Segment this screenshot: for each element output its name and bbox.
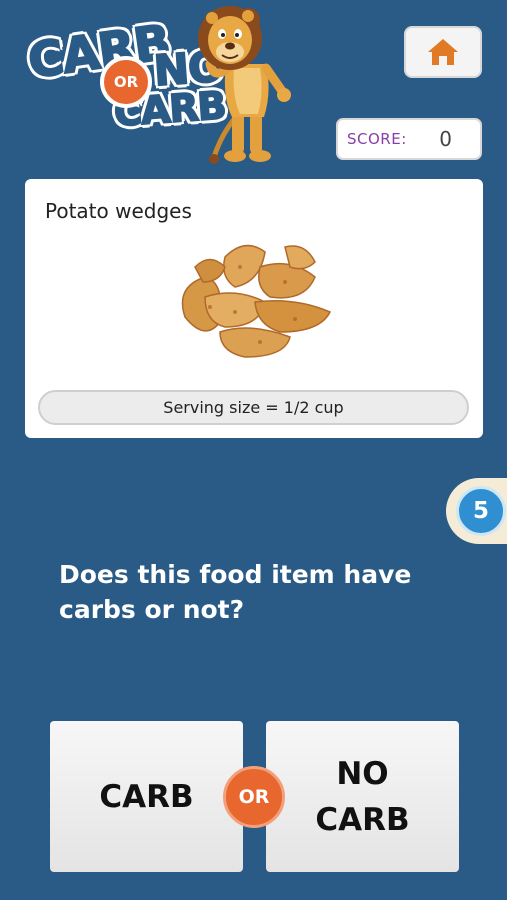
logo-or-badge: OR bbox=[100, 56, 152, 108]
serving-size-pill: Serving size = 1/2 cup bbox=[38, 390, 469, 425]
timer-counter: 5 bbox=[456, 486, 506, 536]
score-value: 0 bbox=[439, 127, 452, 151]
score-label: SCORE: bbox=[347, 130, 407, 148]
carb-button-label: CARB bbox=[99, 778, 194, 815]
or-divider-badge: OR bbox=[223, 766, 285, 828]
no-carb-button[interactable]: NO CARB bbox=[266, 721, 459, 872]
no-carb-button-label: NO CARB bbox=[315, 751, 409, 843]
potato-wedges-image bbox=[181, 244, 332, 358]
no-carb-line-2: CARB bbox=[315, 801, 410, 838]
lion-mascot bbox=[198, 6, 291, 164]
home-icon bbox=[428, 39, 458, 65]
no-carb-line-1: NO bbox=[336, 755, 389, 792]
food-card: Potato wedges Serving size = 1/2 cup bbox=[25, 179, 483, 438]
score-box: SCORE: 0 bbox=[336, 118, 482, 160]
home-button[interactable] bbox=[404, 26, 482, 78]
carb-button[interactable]: CARB bbox=[50, 721, 243, 872]
food-name: Potato wedges bbox=[45, 199, 192, 223]
question-text: Does this food item have carbs or not? bbox=[59, 560, 412, 624]
